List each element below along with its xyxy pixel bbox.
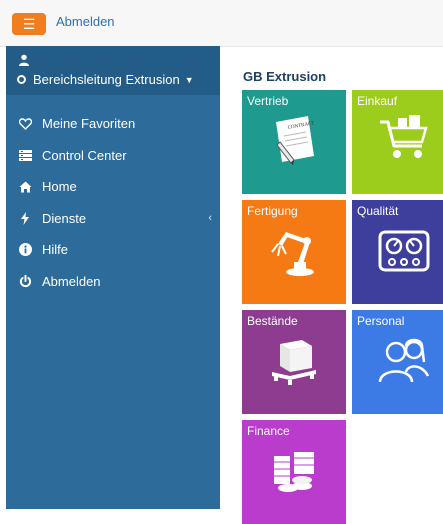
tile-qualitaet[interactable]: Qualität (352, 200, 443, 304)
sidebar-item-label: Home (42, 179, 77, 195)
sidebar-item-label: Hilfe (42, 242, 69, 258)
sidebar-item-hilfe[interactable]: Hilfe (6, 234, 220, 266)
section-title: GB Extrusion (243, 69, 327, 84)
cart-icon (380, 115, 428, 158)
tile-bestaende[interactable]: Bestände (242, 310, 346, 414)
contract-icon: CONTRACT (276, 116, 315, 165)
heart-icon (18, 117, 32, 131)
tile-label: Einkauf (357, 94, 398, 108)
tile-label: Qualität (357, 204, 399, 218)
tile-fertigung[interactable]: Fertigung (242, 200, 346, 304)
info-icon (18, 243, 32, 257)
sidebar-item-dienste[interactable]: Dienste ‹ (6, 203, 220, 235)
list-icon (18, 148, 32, 162)
sidebar-item-label: Dienste (42, 210, 87, 226)
people-icon (378, 338, 430, 383)
user-status-icon (17, 75, 26, 84)
chevron-left-icon: ‹ (208, 211, 212, 224)
tile-finance[interactable]: Finance (242, 420, 346, 524)
tile-vertrieb[interactable]: Vertrieb CONTRACT (242, 90, 346, 194)
tile-label: Finance (247, 424, 290, 438)
sidebar-nav: Meine Favoriten Control Center Home Dien… (6, 108, 220, 297)
tile-label: Fertigung (247, 204, 298, 218)
power-icon (18, 274, 32, 288)
home-icon (18, 180, 32, 194)
bolt-icon (18, 211, 32, 225)
top-bar: ☰ Abmelden (0, 0, 443, 47)
pallet-icon (272, 340, 316, 385)
caret-down-icon: ▼ (184, 74, 194, 85)
tile-personal[interactable]: Personal (352, 310, 443, 414)
user-box: Bereichsleitung Extrusion ▼ (6, 46, 220, 95)
sidebar: Bereichsleitung Extrusion ▼ Meine Favori… (6, 46, 220, 509)
tile-label: Bestände (247, 314, 298, 328)
hamburger-icon: ☰ (22, 16, 36, 32)
menu-toggle-button[interactable]: ☰ (12, 13, 46, 35)
user-icon (19, 54, 29, 66)
tile-label: Vertrieb (247, 94, 289, 108)
user-menu[interactable]: Bereichsleitung Extrusion ▼ (17, 72, 194, 87)
coins-icon (274, 452, 314, 492)
sidebar-item-label: Control Center (42, 147, 127, 163)
tile-einkauf[interactable]: Einkauf (352, 90, 443, 194)
gauge-icon (378, 230, 430, 272)
sidebar-item-home[interactable]: Home (6, 171, 220, 203)
top-logout-link[interactable]: Abmelden (56, 14, 115, 29)
tile-label: Personal (357, 314, 405, 328)
sidebar-item-control-center[interactable]: Control Center (6, 140, 220, 172)
sidebar-item-favoriten[interactable]: Meine Favoriten (6, 108, 220, 140)
sidebar-item-label: Abmelden (42, 273, 101, 289)
user-name: Bereichsleitung Extrusion (33, 72, 180, 87)
robot-arm-icon (271, 232, 314, 276)
sidebar-item-abmelden[interactable]: Abmelden (6, 266, 220, 298)
sidebar-item-label: Meine Favoriten (42, 116, 136, 132)
